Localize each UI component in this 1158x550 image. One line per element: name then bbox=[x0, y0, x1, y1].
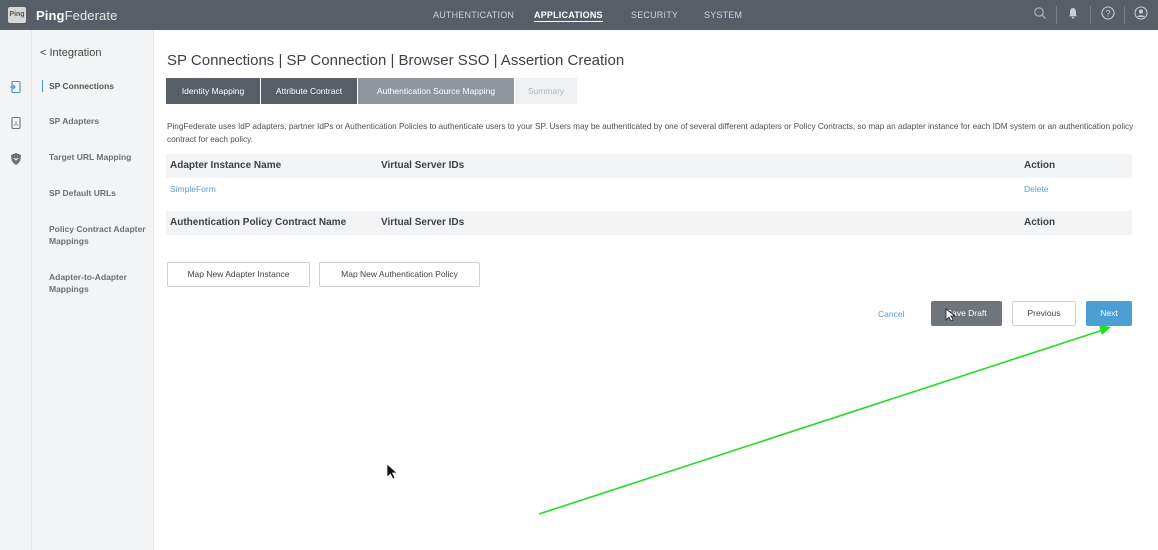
sidebar: < Integration SP Connections SP Adapters… bbox=[32, 30, 154, 550]
search-icon[interactable] bbox=[1031, 6, 1049, 24]
adapter-link-simpleform[interactable]: SimpleForm bbox=[170, 184, 216, 194]
brand-bold: Ping bbox=[36, 8, 65, 23]
col-action: Action bbox=[1024, 160, 1056, 171]
annotation-arrowhead bbox=[1099, 325, 1111, 335]
nav-security[interactable]: SECURITY bbox=[631, 10, 678, 20]
brand-rest: Federate bbox=[64, 8, 118, 23]
mouse-pointer-icon bbox=[386, 463, 398, 480]
tab-identity-mapping[interactable]: Identity Mapping bbox=[166, 78, 260, 104]
app-brand[interactable]: PingFederate bbox=[36, 8, 117, 23]
delete-link[interactable]: Delete bbox=[1024, 184, 1049, 194]
adapter-table-header: Adapter Instance Name Virtual Server IDs… bbox=[166, 154, 1132, 178]
nav-applications[interactable]: APPLICATIONS bbox=[534, 10, 603, 22]
annotation-arrow-line bbox=[538, 329, 1104, 515]
tab-attribute-contract[interactable]: Attribute Contract bbox=[261, 78, 357, 104]
help-icon[interactable]: ? bbox=[1099, 6, 1117, 24]
col-adapter-instance-name: Adapter Instance Name bbox=[170, 160, 282, 171]
adapter-icon[interactable]: A bbox=[9, 116, 23, 130]
description-text: PingFederate uses IdP adapters, partner … bbox=[167, 122, 1134, 144]
tab-summary[interactable]: Summary bbox=[515, 78, 577, 104]
col-policy-contract-name: Authentication Policy Contract Name bbox=[170, 217, 347, 228]
col-action: Action bbox=[1024, 217, 1056, 228]
svg-text:?: ? bbox=[1105, 8, 1110, 18]
connections-icon[interactable] bbox=[9, 80, 23, 94]
map-new-adapter-instance-button[interactable]: Map New Adapter Instance bbox=[167, 262, 310, 287]
nav-authentication[interactable]: AUTHENTICATION bbox=[433, 10, 514, 20]
sidebar-item-adapter-to-adapter-mappings[interactable]: Adapter-to-Adapter Mappings bbox=[49, 271, 149, 295]
nav-system[interactable]: SYSTEM bbox=[704, 10, 742, 20]
policy-table-header: Authentication Policy Contract Name Virt… bbox=[166, 211, 1132, 235]
shield-icon[interactable] bbox=[9, 152, 23, 166]
topbar-divider bbox=[1056, 6, 1057, 24]
sidebar-active-marker bbox=[42, 80, 43, 92]
left-icon-rail: A bbox=[0, 30, 32, 550]
sidebar-item-sp-adapters[interactable]: SP Adapters bbox=[49, 115, 149, 127]
sidebar-item-target-url-mapping[interactable]: Target URL Mapping bbox=[49, 151, 149, 163]
sidebar-item-policy-contract-adapter-mappings[interactable]: Policy Contract Adapter Mappings bbox=[49, 223, 149, 247]
col-virtual-server-ids: Virtual Server IDs bbox=[381, 160, 465, 171]
sidebar-item-sp-default-urls[interactable]: SP Default URLs bbox=[49, 187, 149, 199]
previous-button[interactable]: Previous bbox=[1012, 301, 1076, 326]
cancel-link[interactable]: Cancel bbox=[878, 309, 904, 319]
map-new-authentication-policy-button[interactable]: Map New Authentication Policy bbox=[319, 262, 480, 287]
topbar-divider bbox=[1124, 6, 1125, 24]
bell-icon[interactable] bbox=[1064, 6, 1082, 24]
tab-authentication-source-mapping[interactable]: Authentication Source Mapping bbox=[358, 78, 514, 104]
ping-logo-icon: Ping bbox=[8, 7, 26, 23]
save-draft-button[interactable]: Save Draft bbox=[931, 301, 1002, 326]
user-icon[interactable] bbox=[1132, 6, 1150, 24]
topbar-divider bbox=[1090, 6, 1091, 24]
svg-text:A: A bbox=[14, 122, 18, 128]
page-title-breadcrumb: SP Connections | SP Connection | Browser… bbox=[167, 52, 625, 69]
sidebar-back-integration[interactable]: < Integration bbox=[40, 47, 101, 59]
col-virtual-server-ids: Virtual Server IDs bbox=[381, 217, 465, 228]
top-bar: Ping PingFederate AUTHENTICATION APPLICA… bbox=[0, 0, 1158, 30]
sidebar-item-sp-connections[interactable]: SP Connections bbox=[49, 80, 149, 92]
next-button[interactable]: Next bbox=[1086, 301, 1132, 326]
